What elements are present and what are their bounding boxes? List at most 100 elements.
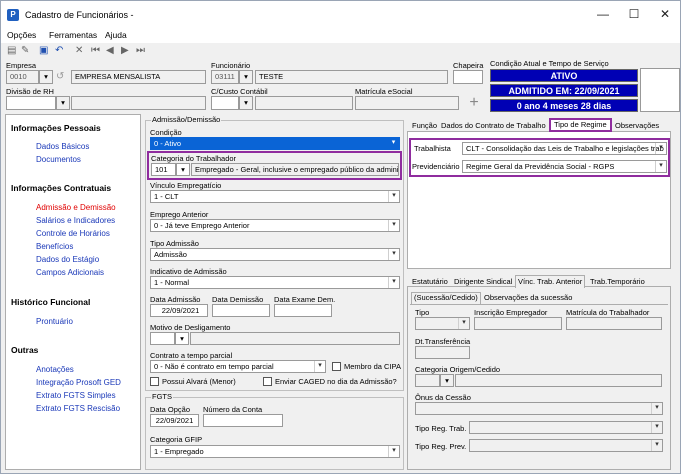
ccusto-code-field[interactable] bbox=[211, 96, 239, 110]
tipo-admissao-dropdown-icon[interactable]: ▾ bbox=[388, 249, 399, 260]
contrato-parcial-select[interactable]: 0 - Não é contrato em tempo parcial bbox=[150, 360, 326, 373]
subtab-sucessao[interactable]: (Sucessão/Cedido) bbox=[411, 292, 481, 304]
data-demissao-field[interactable] bbox=[212, 304, 270, 317]
tipo-reg-prev-dropdown-icon[interactable]: ▾ bbox=[651, 440, 662, 451]
inscricao-field[interactable] bbox=[474, 317, 562, 330]
minimize-button[interactable]: — bbox=[595, 7, 611, 21]
tab-dados-contrato[interactable]: Dados do Contrato de Trabalho bbox=[439, 121, 548, 130]
matricula-trab-field[interactable] bbox=[566, 317, 662, 330]
tipo-reg-trab-select[interactable] bbox=[469, 421, 663, 434]
tipo-dropdown-icon[interactable]: ▾ bbox=[458, 318, 469, 329]
vinculo-dropdown-icon[interactable]: ▾ bbox=[388, 191, 399, 202]
onus-select[interactable] bbox=[415, 402, 663, 415]
condicao-dropdown-icon[interactable]: ▾ bbox=[388, 138, 399, 149]
funcionario-dropdown[interactable]: ▾ bbox=[239, 70, 253, 84]
subtab-observacoes-sucessao[interactable]: Observações da sucessão bbox=[482, 293, 574, 302]
sidebar-item-ged[interactable]: Integração Prosoft GED bbox=[36, 378, 121, 387]
sidebar-item-horarios[interactable]: Controle de Horários bbox=[36, 229, 110, 238]
sidebar-item-campos[interactable]: Campos Adicionais bbox=[36, 268, 104, 277]
cat-origem-dropdown[interactable]: ▾ bbox=[440, 374, 454, 387]
tab-tipo-regime[interactable]: Tipo de Regime bbox=[549, 118, 612, 132]
add-icon[interactable]: + bbox=[465, 95, 483, 111]
new-doc-icon[interactable]: ▤ bbox=[7, 45, 16, 57]
menu-opcoes[interactable]: Opções bbox=[7, 30, 36, 40]
categoria-dropdown[interactable]: ▾ bbox=[176, 163, 190, 176]
tab-vinc-trab-anterior[interactable]: Vínc. Trab. Anterior bbox=[515, 275, 586, 288]
motivo-code-field[interactable] bbox=[150, 332, 175, 345]
sidebar-item-dados-basicos[interactable]: Dados Básicos bbox=[36, 142, 89, 151]
tab-observacoes[interactable]: Observações bbox=[613, 121, 661, 130]
menu-ajuda[interactable]: Ajuda bbox=[105, 30, 127, 40]
tipo-reg-trab-dropdown-icon[interactable]: ▾ bbox=[651, 422, 662, 433]
contrato-dropdown-icon[interactable]: ▾ bbox=[314, 361, 325, 372]
sidebar-item-prontuario[interactable]: Prontuário bbox=[36, 317, 73, 326]
sidebar-item-admissao[interactable]: Admissão e Demissão bbox=[36, 203, 116, 212]
data-exame-field[interactable] bbox=[274, 304, 332, 317]
sidebar-item-documentos[interactable]: Documentos bbox=[36, 155, 81, 164]
tab-estatutario[interactable]: Estatutário bbox=[410, 277, 450, 286]
empresa-code-field[interactable]: 0010 bbox=[6, 70, 39, 84]
previdenciario-dropdown-icon[interactable]: ▾ bbox=[655, 161, 666, 172]
indicativo-select[interactable]: 1 - Normal bbox=[150, 276, 400, 289]
next-record-icon[interactable]: ▶ bbox=[121, 45, 129, 57]
categoria-code-field[interactable]: 101 bbox=[151, 163, 176, 176]
data-admissao-field[interactable]: 22/09/2021 bbox=[150, 304, 208, 317]
tipo-reg-trab-label: Tipo Reg. Trab. bbox=[415, 424, 467, 433]
ccusto-dropdown[interactable]: ▾ bbox=[239, 96, 253, 110]
emprego-anterior-select[interactable]: 0 - Já teve Emprego Anterior bbox=[150, 219, 400, 232]
tab-dirigente[interactable]: Dirigente Sindical bbox=[452, 277, 514, 286]
tipo-admissao-select[interactable]: Admissão bbox=[150, 248, 400, 261]
app-icon: P bbox=[7, 9, 19, 21]
save-icon[interactable]: ▣ bbox=[39, 45, 48, 57]
indicativo-dropdown-icon[interactable]: ▾ bbox=[388, 277, 399, 288]
emprego-dropdown-icon[interactable]: ▾ bbox=[388, 220, 399, 231]
refresh-icon[interactable]: ↺ bbox=[56, 71, 64, 82]
maximize-button[interactable]: ☐ bbox=[626, 7, 642, 21]
tab-funcao[interactable]: Função bbox=[410, 121, 439, 130]
edit-icon[interactable]: ✎ bbox=[21, 45, 29, 57]
cat-origem-code[interactable] bbox=[415, 374, 440, 387]
sidebar-item-beneficios[interactable]: Benefícios bbox=[36, 242, 73, 251]
sidebar: Informações Pessoais Dados Básicos Docum… bbox=[5, 114, 141, 470]
condicao-atual-label: Condição Atual e Tempo de Serviço bbox=[490, 59, 609, 68]
membro-cipa-checkbox[interactable] bbox=[332, 362, 341, 371]
vinculo-select[interactable]: 1 - CLT bbox=[150, 190, 400, 203]
funcionario-code-field[interactable]: 03111 bbox=[211, 70, 239, 84]
trabalhista-select[interactable]: CLT - Consolidação das Leis de Trabalho … bbox=[462, 142, 667, 155]
enviar-caged-checkbox[interactable] bbox=[263, 377, 272, 386]
categoria-gfip-select[interactable]: 1 - Empregado bbox=[150, 445, 400, 458]
condicao-select[interactable]: 0 - Ativo bbox=[150, 137, 400, 150]
delete-icon[interactable]: ✕ bbox=[75, 45, 83, 57]
divisao-code-field[interactable] bbox=[6, 96, 56, 110]
sidebar-item-salarios[interactable]: Salários e Indicadores bbox=[36, 216, 115, 225]
empresa-dropdown[interactable]: ▾ bbox=[39, 70, 53, 84]
previdenciario-select[interactable]: Regime Geral da Previdência Social - RGP… bbox=[462, 160, 667, 173]
first-record-icon[interactable]: ⏮ bbox=[91, 45, 100, 57]
sidebar-item-fgts-simples[interactable]: Extrato FGTS Simples bbox=[36, 391, 116, 400]
sidebar-item-estagio[interactable]: Dados do Estágio bbox=[36, 255, 99, 264]
dt-transferencia-field[interactable] bbox=[415, 346, 470, 359]
matricula-esocial-field[interactable] bbox=[355, 96, 459, 110]
chapeira-field[interactable] bbox=[453, 70, 483, 84]
last-record-icon[interactable]: ⏭ bbox=[136, 45, 145, 57]
matricula-esocial-label: Matrícula eSocial bbox=[355, 87, 413, 96]
possui-alvara-label: Possui Alvará (Menor) bbox=[162, 377, 236, 386]
sidebar-item-fgts-rescisao[interactable]: Extrato FGTS Rescisão bbox=[36, 404, 120, 413]
data-opcao-field[interactable]: 22/09/2021 bbox=[150, 414, 199, 427]
onus-dropdown-icon[interactable]: ▾ bbox=[651, 403, 662, 414]
undo-icon[interactable]: ↶ bbox=[55, 45, 63, 57]
window-title: Cadastro de Funcionários - bbox=[25, 10, 134, 20]
tipo-reg-prev-select[interactable] bbox=[469, 439, 663, 452]
close-button[interactable]: ✕ bbox=[657, 7, 673, 21]
categoria-gfip-dropdown-icon[interactable]: ▾ bbox=[388, 446, 399, 457]
sidebar-item-anotacoes[interactable]: Anotações bbox=[36, 365, 74, 374]
trabalhista-dropdown-icon[interactable]: ▾ bbox=[655, 143, 666, 154]
motivo-dropdown[interactable]: ▾ bbox=[175, 332, 189, 345]
tab-trab-temporario[interactable]: Trab.Temporário bbox=[588, 277, 647, 286]
numero-conta-field[interactable] bbox=[203, 414, 283, 427]
prev-record-icon[interactable]: ◀ bbox=[106, 45, 114, 57]
menu-ferramentas[interactable]: Ferramentas bbox=[49, 30, 97, 40]
possui-alvara-checkbox[interactable] bbox=[150, 377, 159, 386]
divisao-dropdown[interactable]: ▾ bbox=[56, 96, 70, 110]
employee-photo[interactable] bbox=[640, 68, 680, 112]
